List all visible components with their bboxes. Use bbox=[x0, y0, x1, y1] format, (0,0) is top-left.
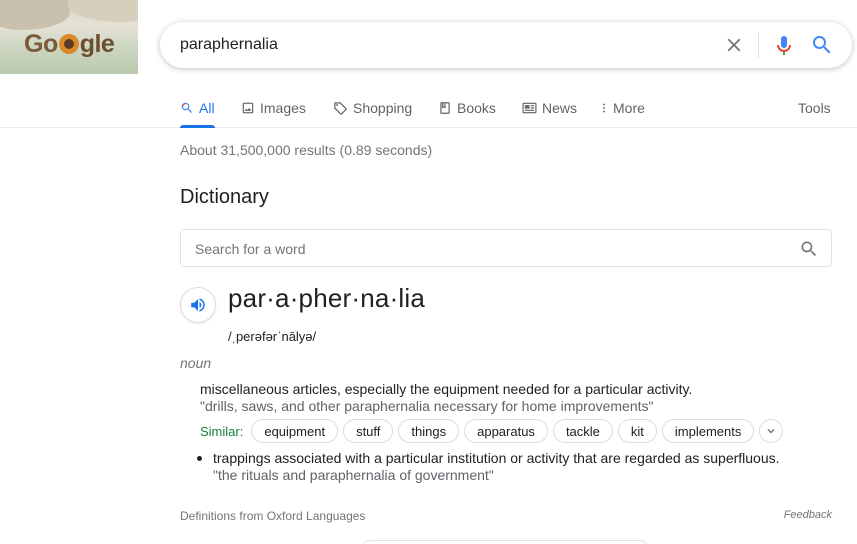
similar-chip[interactable]: implements bbox=[661, 419, 755, 443]
definition-example: "drills, saws, and other paraphernalia n… bbox=[200, 398, 654, 414]
definitions-source: Definitions from Oxford Languages bbox=[180, 509, 366, 523]
pronunciation-speaker-button[interactable] bbox=[180, 287, 216, 323]
part-of-speech: noun bbox=[180, 355, 212, 371]
expand-similar-button[interactable] bbox=[759, 419, 784, 443]
similar-label: Similar: bbox=[200, 423, 244, 439]
dictionary-word: par·a·pher·na·lia bbox=[228, 283, 426, 313]
tab-label: Shopping bbox=[353, 100, 413, 116]
doodle-hill bbox=[0, 0, 70, 30]
tag-icon bbox=[334, 101, 347, 115]
tab-images[interactable]: Images bbox=[241, 88, 306, 128]
result-stats: About 31,500,000 results (0.89 seconds) bbox=[180, 142, 433, 158]
google-logo: Go gle bbox=[24, 30, 115, 58]
tab-label: Images bbox=[260, 100, 306, 116]
similar-chip[interactable]: things bbox=[398, 419, 460, 443]
similar-chip[interactable]: kit bbox=[617, 419, 657, 443]
more-vert-icon bbox=[603, 103, 605, 113]
search-tabs: All Images Shopping Books News More Tool… bbox=[0, 88, 857, 128]
tab-label: Books bbox=[457, 100, 496, 116]
search-icon[interactable] bbox=[799, 239, 819, 259]
search-icon bbox=[181, 102, 192, 113]
definition-example: "the rituals and paraphernalia of govern… bbox=[213, 467, 494, 483]
tab-news[interactable]: News bbox=[522, 88, 577, 128]
similar-chip[interactable]: apparatus bbox=[464, 419, 548, 443]
related-box-edge bbox=[362, 540, 648, 544]
google-doodle-logo[interactable]: Go gle bbox=[0, 0, 138, 74]
search-box bbox=[160, 22, 852, 68]
tab-more[interactable]: More bbox=[600, 88, 645, 128]
tab-shopping[interactable]: Shopping bbox=[333, 88, 412, 128]
similar-chip[interactable]: equipment bbox=[251, 419, 339, 443]
monkey-face-icon bbox=[58, 34, 79, 54]
search-input[interactable] bbox=[180, 33, 700, 57]
similar-chip[interactable]: tackle bbox=[552, 419, 613, 443]
similar-words: Similar: equipment stuff things apparatu… bbox=[200, 419, 784, 443]
image-icon bbox=[242, 102, 254, 114]
tab-label: All bbox=[199, 100, 215, 116]
definition-text: miscellaneous articles, especially the e… bbox=[200, 381, 693, 397]
book-icon bbox=[440, 102, 450, 114]
phonetic-spelling: /ˌperəfərˈnālyə/ bbox=[228, 329, 317, 344]
search-icon[interactable] bbox=[810, 33, 834, 57]
definition-text: trappings associated with a particular i… bbox=[213, 450, 780, 466]
chevron-down-icon bbox=[767, 429, 775, 434]
tab-label: Tools bbox=[798, 100, 831, 116]
tools-button[interactable]: Tools bbox=[798, 88, 831, 128]
dictionary-search-box bbox=[180, 229, 832, 267]
clear-icon[interactable] bbox=[722, 34, 746, 56]
definition-bullet bbox=[197, 456, 202, 461]
doodle-hill bbox=[68, 0, 138, 22]
tab-label: News bbox=[542, 100, 578, 116]
dictionary-title: Dictionary bbox=[180, 186, 269, 208]
tab-label: More bbox=[613, 100, 645, 116]
dictionary-search-input[interactable] bbox=[195, 239, 775, 259]
tab-all[interactable]: All bbox=[180, 88, 215, 128]
newspaper-icon bbox=[522, 102, 537, 114]
speaker-icon bbox=[191, 298, 205, 312]
search-divider bbox=[758, 32, 759, 58]
feedback-link[interactable]: Feedback bbox=[784, 509, 832, 521]
tab-books[interactable]: Books bbox=[438, 88, 496, 128]
similar-chip[interactable]: stuff bbox=[343, 419, 394, 443]
microphone-icon[interactable] bbox=[772, 33, 796, 57]
